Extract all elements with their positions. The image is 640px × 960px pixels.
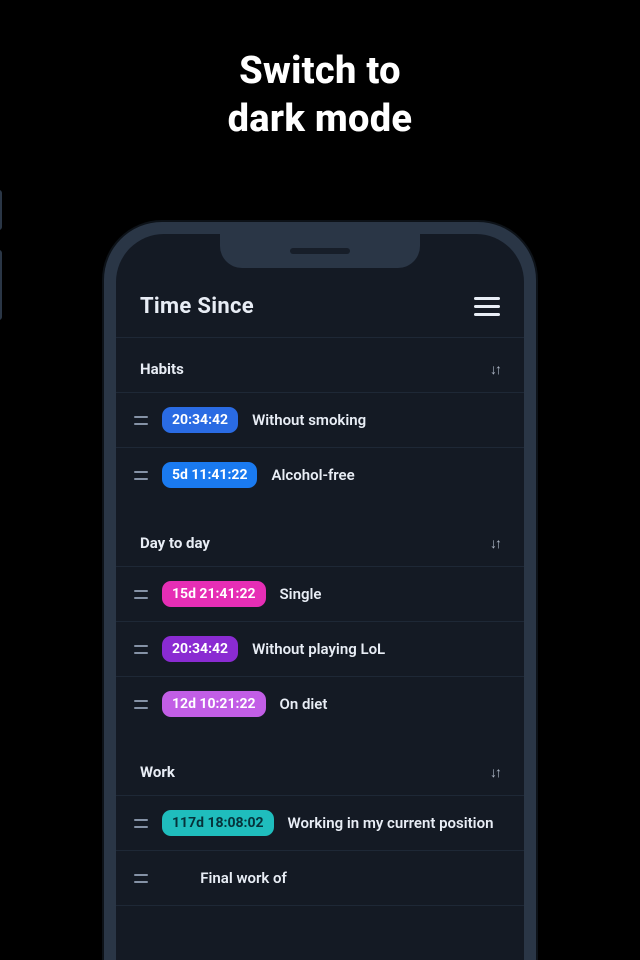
phone-frame: Time Since Habits ↓↑ 20:34:42 Without sm… [104,222,536,960]
list-item[interactable]: 12d 10:21:22 On diet [116,676,524,731]
section-title: Habits [140,360,184,378]
drag-handle-icon[interactable] [134,416,148,425]
section-header-habits: Habits ↓↑ [116,338,524,392]
time-badge: 20:34:42 [162,407,238,433]
time-badge: 117d 18:08:02 [162,810,274,836]
drag-handle-icon[interactable] [134,590,148,599]
phone-notch [220,234,420,268]
menu-icon[interactable] [474,297,500,316]
headline-line-2: dark mode [228,97,413,141]
item-label: Without playing LoL [252,640,385,659]
list-item[interactable]: 5d 11:41:22 Alcohol-free [116,447,524,502]
time-badge: 5d 11:41:22 [162,462,257,488]
list-item[interactable]: · Final work of [116,850,524,906]
sort-icon[interactable]: ↓↑ [490,361,500,378]
sort-icon[interactable]: ↓↑ [490,535,500,552]
list-item[interactable]: 117d 18:08:02 Working in my current posi… [116,795,524,850]
sort-icon[interactable]: ↓↑ [490,764,500,781]
time-badge: 15d 21:41:22 [162,581,266,607]
drag-handle-icon[interactable] [134,700,148,709]
marketing-headline: Switch to dark mode [0,0,640,143]
item-label: On diet [280,695,328,714]
section-header-day: Day to day ↓↑ [116,512,524,566]
time-badge: 20:34:42 [162,636,238,662]
section-title: Work [140,763,175,781]
list-item[interactable]: 20:34:42 Without playing LoL [116,621,524,676]
drag-handle-icon[interactable] [134,471,148,480]
section-header-work: Work ↓↑ [116,741,524,795]
app-title: Time Since [140,294,254,319]
section-title: Day to day [140,534,210,552]
item-label: Alcohol-free [271,466,354,485]
list-item[interactable]: 15d 21:41:22 Single [116,566,524,621]
phone-side-button [0,190,2,230]
item-label: Single [280,585,322,604]
phone-side-button [0,250,2,320]
item-label: Working in my current position [288,814,494,833]
item-label: Without smoking [252,411,366,430]
drag-handle-icon[interactable] [134,645,148,654]
list-item[interactable]: 20:34:42 Without smoking [116,392,524,447]
time-badge: 12d 10:21:22 [162,691,266,717]
drag-handle-icon[interactable] [134,819,148,828]
headline-line-1: Switch to [239,49,401,93]
item-label: Final work of [200,869,287,888]
phone-screen: Time Since Habits ↓↑ 20:34:42 Without sm… [116,234,524,960]
drag-handle-icon[interactable] [134,874,148,883]
